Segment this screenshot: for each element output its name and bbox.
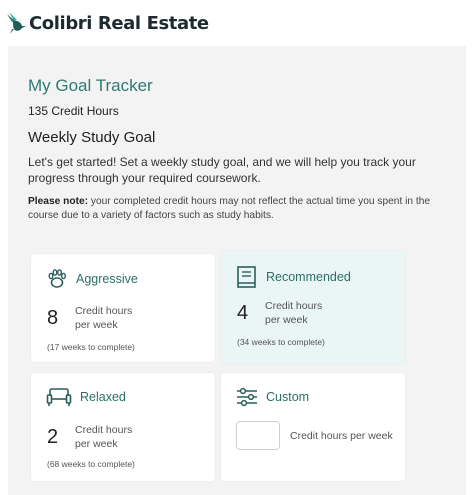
- brand-logo[interactable]: Colibri Real Estate: [5, 11, 209, 35]
- hours-unit: Credit hours per week: [75, 423, 132, 451]
- option-card-recommended[interactable]: Recommended 4 Credit hours per week (34 …: [221, 251, 405, 364]
- hours-value: 2: [47, 425, 59, 448]
- weeks-to-complete: (34 weeks to complete): [237, 337, 325, 347]
- hours-unit-line1: Credit hours: [75, 305, 133, 317]
- option-card-custom[interactable]: Custom Credit hours per week: [221, 373, 405, 481]
- note-body: your completed credit hours may not refl…: [28, 196, 431, 221]
- hours-unit-line2: per week: [75, 438, 118, 450]
- book-icon: [237, 266, 256, 288]
- weeks-to-complete: (17 weeks to complete): [47, 342, 135, 352]
- option-label: Recommended: [266, 270, 351, 284]
- note-text: Please note: your completed credit hours…: [28, 195, 446, 223]
- hours-value: 8: [47, 306, 59, 329]
- note-label: Please note:: [28, 196, 89, 207]
- hours-unit: Credit hours per week: [75, 304, 132, 332]
- hours-unit: Credit hours per week: [265, 299, 322, 327]
- hours-unit-line2: per week: [75, 319, 118, 331]
- option-card-relaxed[interactable]: Relaxed 2 Credit hours per week (68 week…: [31, 373, 215, 481]
- sliders-icon: [237, 387, 257, 407]
- weeks-to-complete: (68 weeks to complete): [47, 459, 135, 469]
- custom-hours-input[interactable]: [236, 421, 280, 450]
- credit-hours-total: 135 Credit Hours: [28, 104, 119, 118]
- goal-tracker-panel: My Goal Tracker 135 Credit Hours Weekly …: [8, 46, 466, 495]
- intro-text: Let's get started! Set a weekly study go…: [28, 155, 416, 185]
- option-card-aggressive[interactable]: Aggressive 8 Credit hours per week (17 w…: [31, 254, 215, 362]
- couch-icon: [46, 388, 72, 406]
- page-title: My Goal Tracker: [28, 76, 153, 95]
- brand-name: Colibri Real Estate: [29, 12, 209, 34]
- hours-unit-line2: per week: [265, 314, 308, 326]
- option-label: Custom: [266, 390, 310, 404]
- hours-value: 4: [237, 301, 249, 324]
- section-title: Weekly Study Goal: [28, 129, 156, 146]
- option-label: Aggressive: [76, 272, 138, 286]
- top-bar: Colibri Real Estate: [0, 0, 474, 46]
- custom-hours-unit: Credit hours per week: [290, 429, 393, 442]
- hours-unit-line1: Credit hours: [75, 424, 133, 436]
- hours-unit-line1: Credit hours: [265, 300, 323, 312]
- option-label: Relaxed: [80, 390, 126, 404]
- hummingbird-icon: [7, 12, 26, 34]
- paw-icon: [48, 269, 66, 288]
